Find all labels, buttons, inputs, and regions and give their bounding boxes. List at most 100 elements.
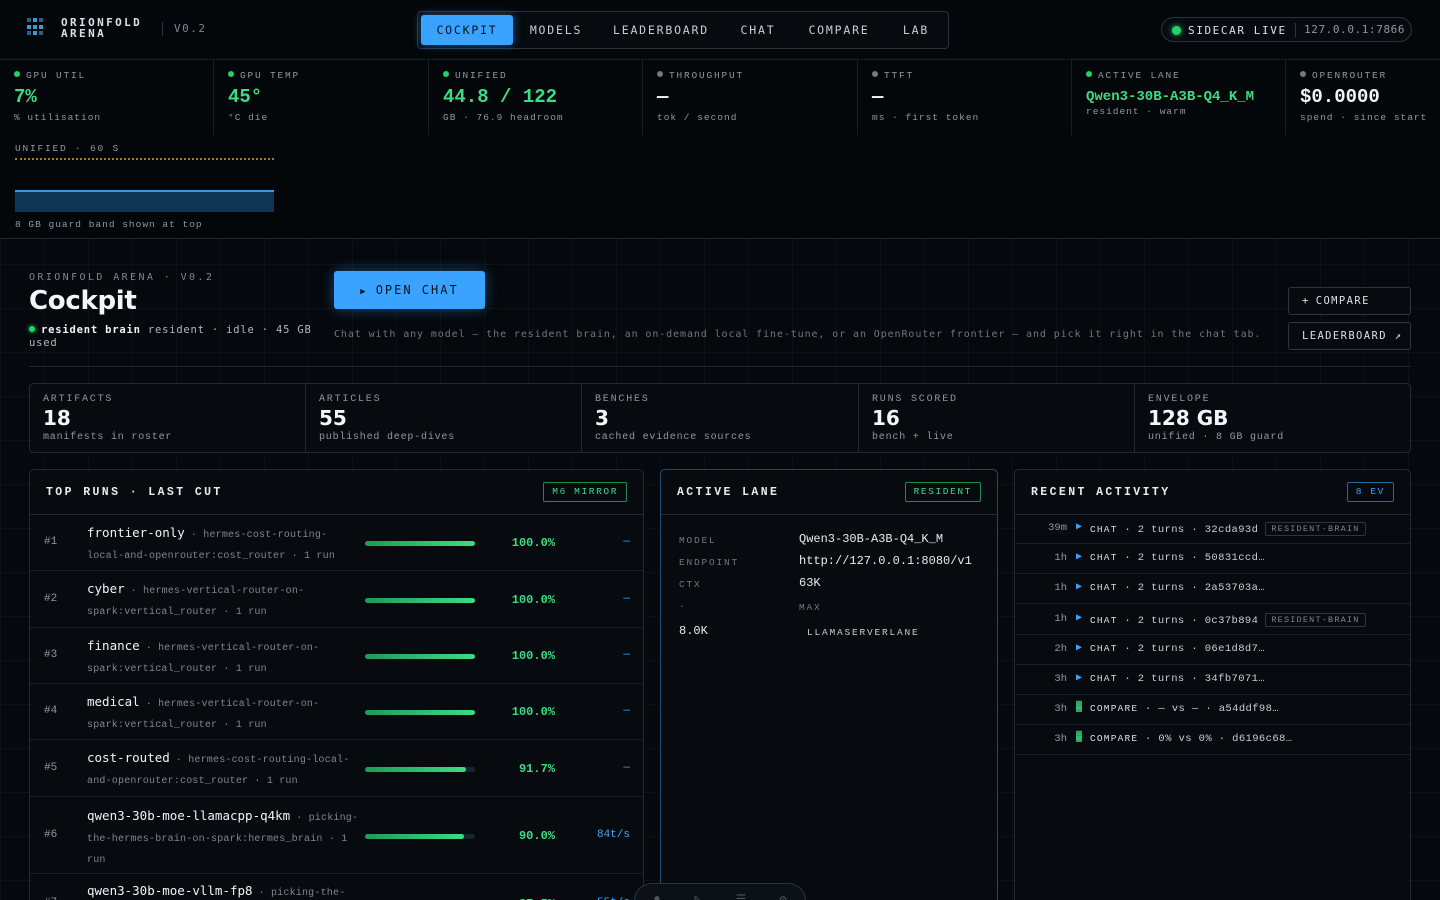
metric-sub: tok / second xyxy=(657,112,738,123)
separator-label: · xyxy=(679,601,687,612)
status-dot-icon xyxy=(443,71,449,77)
list-item[interactable]: 1h ▶ CHAT · 2 turns · 0c37b894 RESIDENT-BRA… xyxy=(1015,605,1410,635)
event-time: 3h xyxy=(1054,733,1067,746)
play-icon: ▶ xyxy=(1075,612,1083,624)
metric-value: — xyxy=(872,86,884,108)
resident-badge: RESIDENT xyxy=(904,482,981,502)
endpoint-value[interactable]: http://127.0.0.1:8080/v1 xyxy=(799,554,972,568)
mirror-badge: M6 MIRROR xyxy=(543,482,627,502)
list-item[interactable]: 1h ▶ CHAT · 2 turns · 2a53703a… xyxy=(1015,574,1410,605)
table-row[interactable]: #1 frontier-only · hermes-cost-routing-loc… xyxy=(30,515,643,571)
metric-value: $0.0000 xyxy=(1300,86,1380,108)
list-item[interactable]: 2h ▶ CHAT · 2 turns · 06e1d8d7… xyxy=(1015,635,1410,665)
table-row[interactable]: #2 cyber · hermes-vertical-router-on-spark… xyxy=(30,571,643,628)
score-bar xyxy=(365,654,475,659)
run-throughput: — xyxy=(623,705,630,717)
event-tag: RESIDENT-BRAIN xyxy=(1265,612,1366,627)
metric-unified: UNIFIED 44.8 / 122 GB · 76.9 headroom xyxy=(429,60,643,135)
run-name: cyber · hermes-vertical-router-on-spark:v… xyxy=(87,581,305,618)
panel-title: RECENT ACTIVITY xyxy=(1031,486,1171,499)
tab-lab[interactable]: LAB xyxy=(888,15,944,45)
divider xyxy=(29,366,1411,367)
metric-sub: resident · warm xyxy=(1086,106,1187,117)
metric-throughput: THROUGHPUT — tok / second xyxy=(643,60,858,135)
top-bar: ORIONFOLD ARENA V0.2 COCKPIT MODELS LEAD… xyxy=(0,0,1440,60)
metric-value: — xyxy=(657,86,669,108)
model-value: Qwen3-30B-A3B-Q4_K_M xyxy=(799,532,944,546)
metric-gpu-temp: GPU TEMP 45° °C die xyxy=(214,60,429,135)
list-item[interactable]: 39m ▶ CHAT · 2 turns · 32cda93d RESIDENT-BR… xyxy=(1015,514,1410,544)
run-throughput: — xyxy=(623,593,630,605)
sidecar-status[interactable]: SIDECAR LIVE 127.0.0.1:7866 xyxy=(1161,17,1412,42)
run-rank: #6 xyxy=(44,829,58,841)
play-icon: ▶ xyxy=(1075,642,1083,654)
table-row[interactable]: #5 cost-routed · hermes-cost-routing-local… xyxy=(30,740,643,797)
tab-leaderboard[interactable]: LEADERBOARD xyxy=(601,15,721,45)
metric-ttft: TTFT — ms · first token xyxy=(858,60,1072,135)
status-dot-icon xyxy=(1086,71,1092,77)
tab-chat[interactable]: CHAT xyxy=(728,15,788,45)
run-name: cost-routed · hermes-cost-routing-local-a… xyxy=(87,750,350,787)
run-rank: #5 xyxy=(44,762,58,774)
gear-icon[interactable]: ⚙ xyxy=(773,892,793,900)
list-item[interactable]: 3h ▓ COMPARE · — vs — · a54ddf98… xyxy=(1015,695,1410,726)
table-row[interactable]: #4 medical · hermes-vertical-router-on-spa… xyxy=(30,684,643,740)
status-dot-icon xyxy=(228,71,234,77)
table-row[interactable]: #6 qwen3-30b-moe-llamacpp-q4km · picking-t… xyxy=(30,797,643,874)
stats-bar: ARTIFACTS 18 manifests in roster ARTICLES 5… xyxy=(29,383,1411,453)
sidecar-label: SIDECAR LIVE xyxy=(1188,24,1287,37)
event-time: 3h xyxy=(1054,673,1067,685)
status-dot-icon xyxy=(1300,71,1306,77)
metric-value: 45° xyxy=(228,86,263,108)
table-row[interactable]: #7qwen3-30b-moe-vllm-fp8· picking-the-87… xyxy=(30,874,643,900)
run-rank: #4 xyxy=(44,705,58,717)
table-row[interactable]: #3 finance · hermes-vertical-router-on-spa… xyxy=(30,628,643,684)
list-item[interactable]: 3h ▶ CHAT · 2 turns · 34fb7071… xyxy=(1015,665,1410,695)
run-name: finance · hermes-vertical-router-on-spark… xyxy=(87,638,320,675)
user-icon[interactable]: ● xyxy=(647,892,667,900)
endpoint-label: ENDPOINT xyxy=(679,557,740,568)
metric-sub: ms · first token xyxy=(872,112,980,123)
logo-icon xyxy=(27,18,45,36)
run-throughput: — xyxy=(623,536,630,548)
stat-runs-scored: RUNS SCORED 16 bench + live xyxy=(859,384,1135,452)
compare-button[interactable]: + COMPARE xyxy=(1288,287,1411,315)
leaderboard-button[interactable]: LEADERBOARD ↗ xyxy=(1288,322,1411,350)
event-text: CHAT · 2 turns · 2a53703a… xyxy=(1090,582,1266,595)
event-tag: RESIDENT-BRAIN xyxy=(1265,522,1366,536)
status-dot-icon xyxy=(29,326,35,332)
metric-gpu-util: GPU UTIL 7% % utilisation xyxy=(0,60,214,135)
panel-header: RECENT ACTIVITY 8 EV xyxy=(1015,470,1410,515)
list-item[interactable]: 1h ▶ CHAT · 2 turns · 50831ccd… xyxy=(1015,544,1410,575)
active-lane-panel: ACTIVE LANE RESIDENT MODEL Qwen3-30B-A3B… xyxy=(660,469,998,900)
event-count-badge: 8 EV xyxy=(1346,482,1394,502)
score-bar xyxy=(365,834,475,839)
brush-icon[interactable]: ✎ xyxy=(687,892,707,900)
status-dot-icon xyxy=(657,71,663,77)
menu-icon[interactable]: ☰ xyxy=(731,892,751,900)
run-throughput: — xyxy=(623,762,630,774)
open-chat-button[interactable]: ▶ OPEN CHAT xyxy=(334,271,485,309)
event-time: 39m xyxy=(1048,522,1067,534)
stat-envelope: ENVELOPE 128 GB unified · 8 GB guard xyxy=(1148,394,1285,443)
recent-activity-panel: RECENT ACTIVITY 8 EV 39m ▶ CHAT · 2 turns … xyxy=(1014,469,1411,900)
list-item[interactable]: 3h ▓ COMPARE · 0% vs 0% · d6196c68… xyxy=(1015,725,1410,756)
metrics-strip: GPU UTIL 7% % utilisation GPU TEMP 45° °… xyxy=(0,60,1440,135)
run-throughput: 84t/s xyxy=(596,829,630,841)
event-text: CHAT · 2 turns · 32cda93d RESIDENT-BRAIN xyxy=(1090,522,1366,536)
run-name: medical · hermes-vertical-router-on-spark… xyxy=(87,694,320,731)
event-text: CHAT · 2 turns · 34fb7071… xyxy=(1090,673,1266,685)
metric-openrouter: OPENROUTER $0.0000 spend · since start xyxy=(1300,70,1428,123)
event-text: COMPARE · 0% vs 0% · d6196c68… xyxy=(1090,733,1293,746)
score-bar-fill xyxy=(365,834,464,839)
play-icon: ▶ xyxy=(1075,552,1083,564)
tab-compare[interactable]: COMPARE xyxy=(796,15,882,45)
metric-sub: % utilisation xyxy=(14,112,102,123)
tab-models[interactable]: MODELS xyxy=(516,15,596,45)
resident-status: resident brain resident · idle · 45 GB u… xyxy=(29,324,312,349)
score-bar-fill xyxy=(365,710,475,715)
run-score: 100.0% xyxy=(511,649,555,663)
live-status-icon xyxy=(1172,26,1181,35)
page-title: Cockpit xyxy=(29,286,137,316)
tab-cockpit[interactable]: COCKPIT xyxy=(421,15,513,45)
